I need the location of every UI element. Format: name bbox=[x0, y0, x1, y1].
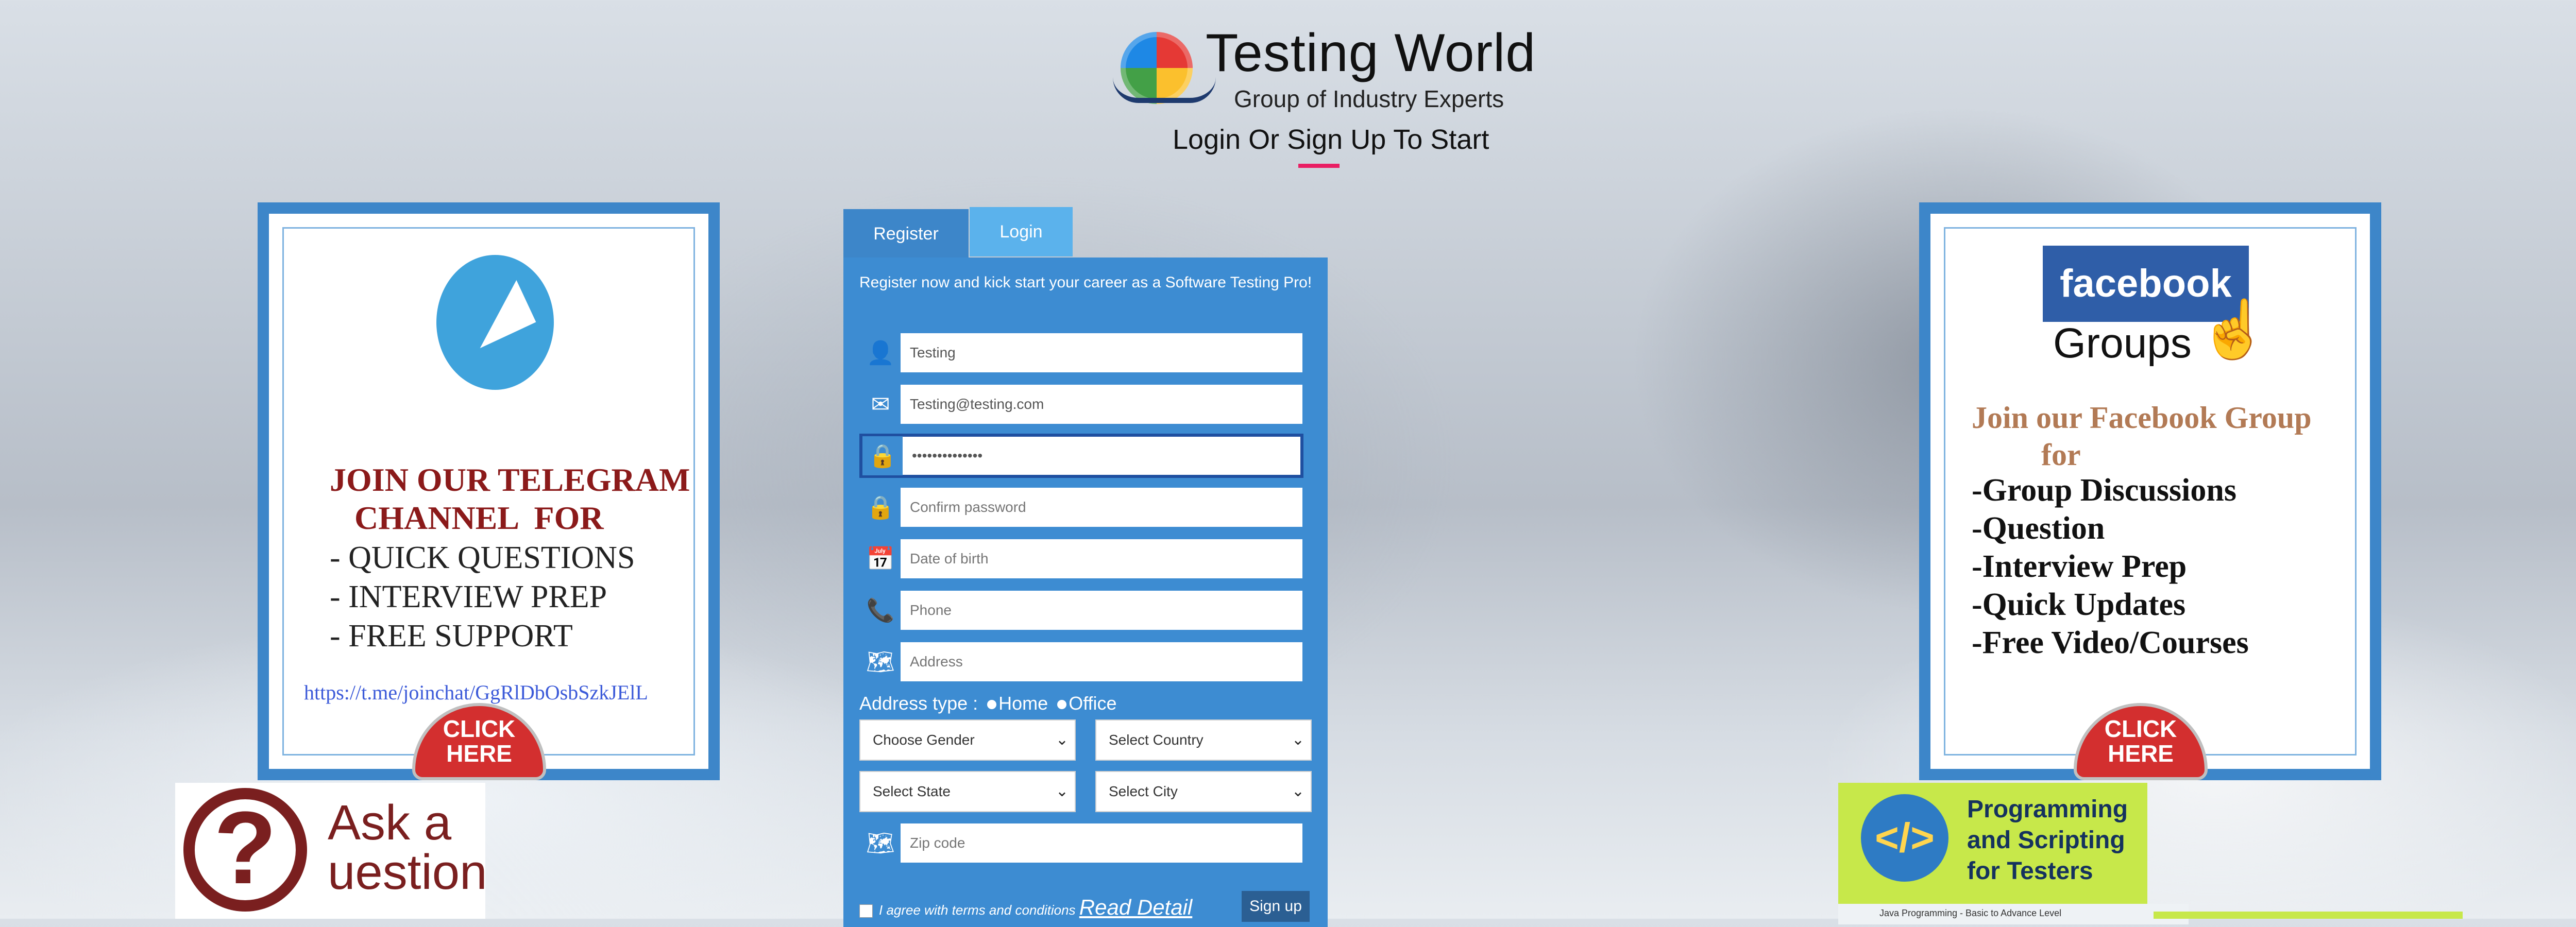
ask-question-text: Ask a uestion bbox=[328, 795, 487, 900]
address-type-label: Address type : bbox=[859, 693, 978, 714]
name-field[interactable]: 👤 bbox=[859, 332, 1303, 373]
lock-icon: 🔒 bbox=[862, 436, 903, 475]
telegram-items: - QUICK QUESTIONS - INTERVIEW PREP - FRE… bbox=[330, 540, 635, 654]
chevron-down-icon: ⌄ bbox=[1291, 731, 1304, 748]
user-icon: 👤 bbox=[860, 333, 901, 372]
tab-register[interactable]: Register bbox=[843, 209, 969, 259]
city-select-value: Select City bbox=[1109, 783, 1178, 799]
telegram-card-inner: JOIN OUR TELEGRAM CHANNEL FOR - QUICK QU… bbox=[269, 214, 708, 769]
facebook-groups-text: Groups bbox=[2053, 320, 2192, 367]
home-label: Home bbox=[998, 693, 1048, 714]
zip-input[interactable] bbox=[901, 823, 1302, 863]
envelope-icon: ✉ bbox=[860, 385, 901, 424]
hand-cursor-icon: ☝ bbox=[2198, 298, 2269, 361]
office-radio[interactable] bbox=[1057, 700, 1067, 710]
dob-field[interactable]: 📅 bbox=[859, 538, 1303, 579]
question-mark-icon: ? bbox=[183, 788, 307, 912]
phone-field[interactable]: 📞 bbox=[859, 590, 1303, 631]
gender-select[interactable]: Choose Gender ⌄ bbox=[859, 719, 1076, 761]
confirm-password-input[interactable] bbox=[901, 487, 1302, 527]
programming-banner-text: Programming and Scripting for Testers bbox=[1967, 796, 2128, 885]
facebook-card[interactable]: facebook Groups ☝ Join our Facebook Grou… bbox=[1919, 202, 2381, 780]
address-type-group: Address type : Home Office bbox=[859, 693, 1117, 714]
programming-banner-strip: Java Programming - Basic to Advance Leve… bbox=[1838, 904, 2189, 924]
name-input[interactable] bbox=[901, 333, 1302, 373]
home-radio[interactable] bbox=[987, 700, 997, 710]
state-select-value: Select State bbox=[873, 783, 951, 799]
heading-underline bbox=[1298, 164, 1340, 168]
facebook-join-text: Join our Facebook Group for bbox=[1972, 401, 2312, 472]
dob-input[interactable] bbox=[901, 539, 1302, 579]
read-detail-link[interactable]: Read Detail bbox=[1079, 895, 1192, 919]
country-select[interactable]: Select Country ⌄ bbox=[1095, 719, 1312, 761]
facebook-items: -Group Discussions -Question -Interview … bbox=[1972, 473, 2249, 660]
telegram-link[interactable]: https://t.me/joinchat/GgRlDbOsbSzkJElL bbox=[304, 680, 648, 705]
confirm-password-field[interactable]: 🔒 bbox=[859, 487, 1303, 528]
map-icon: 🗺 bbox=[860, 823, 901, 863]
password-field[interactable]: 🔒 bbox=[859, 434, 1303, 478]
signup-button[interactable]: Sign up bbox=[1242, 891, 1310, 922]
page-heading: Login Or Sign Up To Start bbox=[1173, 124, 1489, 155]
lock-icon: 🔒 bbox=[860, 488, 901, 527]
email-input[interactable] bbox=[901, 384, 1302, 424]
tab-login[interactable]: Login bbox=[970, 207, 1073, 256]
chevron-down-icon: ⌄ bbox=[1055, 731, 1069, 748]
terms-text: I agree with terms and conditions bbox=[879, 902, 1076, 918]
brand-subtitle: Group of Industry Experts bbox=[1234, 85, 1504, 112]
email-field[interactable]: ✉ bbox=[859, 384, 1303, 425]
chevron-down-icon: ⌄ bbox=[1055, 783, 1069, 800]
country-select-value: Select Country bbox=[1109, 732, 1204, 748]
banner-edge bbox=[2154, 912, 2463, 919]
gender-select-value: Choose Gender bbox=[873, 732, 975, 748]
chevron-down-icon: ⌄ bbox=[1291, 783, 1304, 800]
address-input[interactable] bbox=[901, 642, 1302, 682]
office-label: Office bbox=[1069, 693, 1117, 714]
ask-question-banner[interactable]: ? Ask a uestion bbox=[175, 783, 487, 919]
code-icon: </> bbox=[1861, 794, 1948, 882]
telegram-card[interactable]: JOIN OUR TELEGRAM CHANNEL FOR - QUICK QU… bbox=[258, 202, 720, 780]
map-icon: 🗺 bbox=[860, 642, 901, 681]
facebook-card-inner: facebook Groups ☝ Join our Facebook Grou… bbox=[1930, 214, 2370, 769]
terms-checkbox[interactable] bbox=[859, 904, 873, 918]
city-select[interactable]: Select City ⌄ bbox=[1095, 771, 1312, 812]
state-select[interactable]: Select State ⌄ bbox=[859, 771, 1076, 812]
calendar-icon: 📅 bbox=[860, 539, 901, 578]
zip-field[interactable]: 🗺 bbox=[859, 822, 1303, 864]
terms-agreement: I agree with terms and conditions Read D… bbox=[859, 895, 1192, 920]
password-input[interactable] bbox=[903, 436, 1300, 475]
phone-icon: 📞 bbox=[860, 591, 901, 630]
address-field[interactable]: 🗺 bbox=[859, 641, 1303, 682]
brand-title: Testing World bbox=[1206, 23, 1536, 83]
logo-swoosh bbox=[1113, 77, 1216, 103]
programming-banner[interactable]: </> Programming and Scripting for Tester… bbox=[1838, 783, 2189, 924]
form-intro: Register now and kick start your career … bbox=[859, 274, 1312, 291]
telegram-headline: JOIN OUR TELEGRAM CHANNEL FOR bbox=[330, 461, 690, 536]
phone-input[interactable] bbox=[901, 590, 1302, 630]
